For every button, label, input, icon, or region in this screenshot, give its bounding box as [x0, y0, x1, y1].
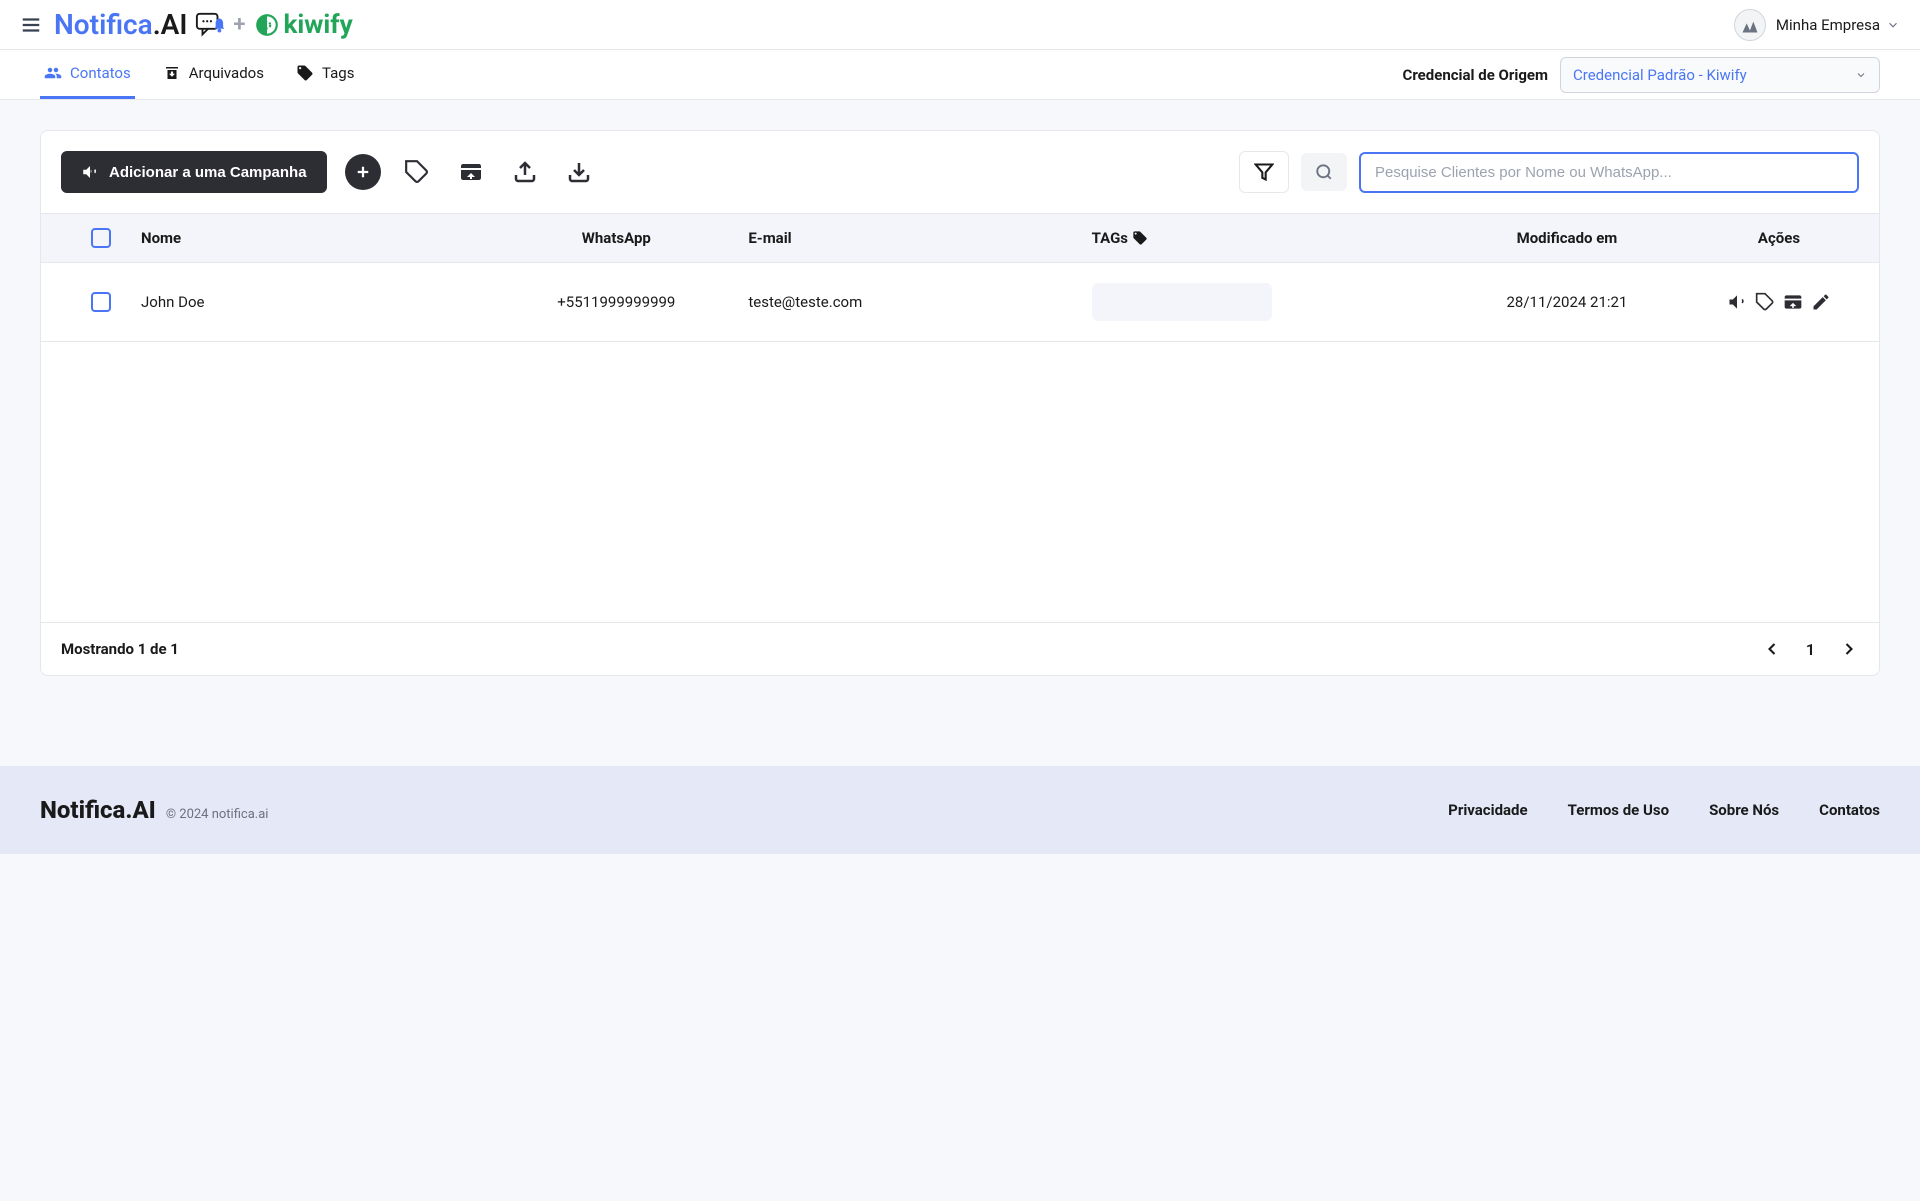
tab-contatos[interactable]: Contatos — [40, 50, 135, 99]
select-all-checkbox[interactable] — [91, 228, 111, 248]
footer-left: Notifica.AI © 2024 notifica.ai — [40, 796, 268, 824]
footer-copyright: © 2024 notifica.ai — [166, 807, 269, 822]
pager: 1 — [1762, 639, 1859, 659]
header-left: Notifica.AI + kiwify — [20, 8, 353, 41]
header-actions: Ações — [1699, 229, 1859, 247]
cell-tags — [1092, 283, 1435, 321]
search-icon — [1315, 163, 1333, 181]
chevron-left-icon — [1762, 639, 1782, 659]
tag-pill — [1092, 283, 1272, 321]
download-button[interactable] — [561, 154, 597, 190]
top-header: Notifica.AI + kiwify Minha Empresa — [0, 0, 1920, 50]
page-footer: Notifica.AI © 2024 notifica.ai Privacida… — [0, 766, 1920, 854]
pager-page: 1 — [1806, 640, 1815, 659]
credential-select[interactable]: Credencial Padrão - Kiwify — [1560, 57, 1880, 93]
tab-label: Contatos — [70, 64, 131, 82]
cell-email: teste@teste.com — [748, 293, 1091, 311]
footer-link-terms[interactable]: Termos de Uso — [1568, 801, 1669, 819]
filter-icon — [1254, 162, 1274, 182]
footer-logo: Notifica.AI — [40, 796, 156, 824]
filter-button[interactable] — [1239, 151, 1289, 193]
megaphone-icon — [81, 163, 99, 181]
toolbar-left: Adicionar a uma Campanha — [61, 151, 597, 193]
showing-text: Mostrando 1 de 1 — [61, 640, 179, 658]
tab-label: Tags — [322, 64, 354, 82]
chat-bell-icon — [195, 10, 225, 40]
search-icon-box — [1301, 153, 1347, 191]
add-button[interactable] — [345, 154, 381, 190]
header-modified: Modificado em — [1435, 229, 1699, 247]
button-label: Adicionar a uma Campanha — [109, 164, 307, 181]
header-tags: TAGs — [1092, 229, 1435, 247]
footer-link-about[interactable]: Sobre Nós — [1709, 801, 1779, 819]
company-name: Minha Empresa — [1776, 16, 1880, 34]
table-row: John Doe +5511999999999 teste@teste.com … — [41, 263, 1879, 342]
tag-icon — [1132, 230, 1148, 246]
archive-button[interactable] — [453, 154, 489, 190]
footer-links: Privacidade Termos de Uso Sobre Nós Cont… — [1448, 801, 1880, 819]
pager-prev[interactable] — [1762, 639, 1782, 659]
header-checkbox-col — [61, 228, 141, 248]
table-footer: Mostrando 1 de 1 1 — [41, 622, 1879, 675]
add-to-campaign-button[interactable]: Adicionar a uma Campanha — [61, 151, 327, 193]
navbar: Contatos Arquivados Tags Credencial de O… — [0, 50, 1920, 100]
row-edit-icon[interactable] — [1811, 292, 1831, 312]
cell-actions — [1699, 292, 1859, 312]
toolbar-right — [1239, 151, 1859, 193]
header-right: Minha Empresa — [1734, 9, 1900, 41]
row-checkbox-col — [61, 292, 141, 312]
tab-tags[interactable]: Tags — [292, 50, 358, 99]
row-checkbox[interactable] — [91, 292, 111, 312]
upload-button[interactable] — [507, 154, 543, 190]
cell-modified: 28/11/2024 21:21 — [1435, 293, 1699, 311]
cell-name: John Doe — [141, 293, 484, 311]
logo-kiwify: kiwify — [254, 10, 353, 40]
header-name: Nome — [141, 229, 484, 247]
download-icon — [567, 160, 591, 184]
header-whatsapp: WhatsApp — [484, 229, 748, 247]
tag-outline-icon — [404, 159, 430, 185]
contacts-table: Nome WhatsApp E-mail TAGs Modificado em … — [41, 213, 1879, 675]
hamburger-menu-icon[interactable] — [20, 14, 42, 36]
card-toolbar: Adicionar a uma Campanha — [41, 131, 1879, 213]
nav-right: Credencial de Origem Credencial Padrão -… — [1403, 57, 1880, 93]
company-dropdown[interactable]: Minha Empresa — [1776, 16, 1900, 34]
footer-link-privacy[interactable]: Privacidade — [1448, 801, 1527, 819]
credential-value: Credencial Padrão - Kiwify — [1573, 66, 1747, 84]
footer-link-contacts[interactable]: Contatos — [1819, 801, 1880, 819]
cell-whatsapp: +5511999999999 — [484, 293, 748, 311]
logo-notifica: Notifica.AI — [54, 8, 187, 41]
credential-label: Credencial de Origem — [1403, 66, 1548, 84]
tab-arquivados[interactable]: Arquivados — [159, 50, 268, 99]
avatar[interactable] — [1734, 9, 1766, 41]
table-header: Nome WhatsApp E-mail TAGs Modificado em … — [41, 213, 1879, 263]
main-content: Adicionar a uma Campanha — [0, 100, 1920, 706]
plus-icon — [354, 163, 372, 181]
tag-button[interactable] — [399, 154, 435, 190]
upload-icon — [513, 160, 537, 184]
nav-tabs: Contatos Arquivados Tags — [40, 50, 358, 99]
users-icon — [44, 64, 62, 82]
search-input[interactable] — [1359, 152, 1859, 193]
tag-icon — [296, 64, 314, 82]
chevron-right-icon — [1839, 639, 1859, 659]
table-spacer — [41, 342, 1879, 622]
chevron-down-icon — [1886, 18, 1900, 32]
header-email: E-mail — [748, 229, 1091, 247]
row-campaign-icon[interactable] — [1727, 292, 1747, 312]
pager-next[interactable] — [1839, 639, 1859, 659]
contacts-card: Adicionar a uma Campanha — [40, 130, 1880, 676]
row-archive-icon[interactable] — [1783, 292, 1803, 312]
plus-separator: + — [233, 12, 245, 37]
logo-group: Notifica.AI + kiwify — [54, 8, 353, 41]
archive-icon — [163, 64, 181, 82]
archive-down-icon — [459, 160, 483, 184]
row-tag-icon[interactable] — [1755, 292, 1775, 312]
tab-label: Arquivados — [189, 64, 264, 82]
chevron-down-icon — [1855, 69, 1867, 81]
